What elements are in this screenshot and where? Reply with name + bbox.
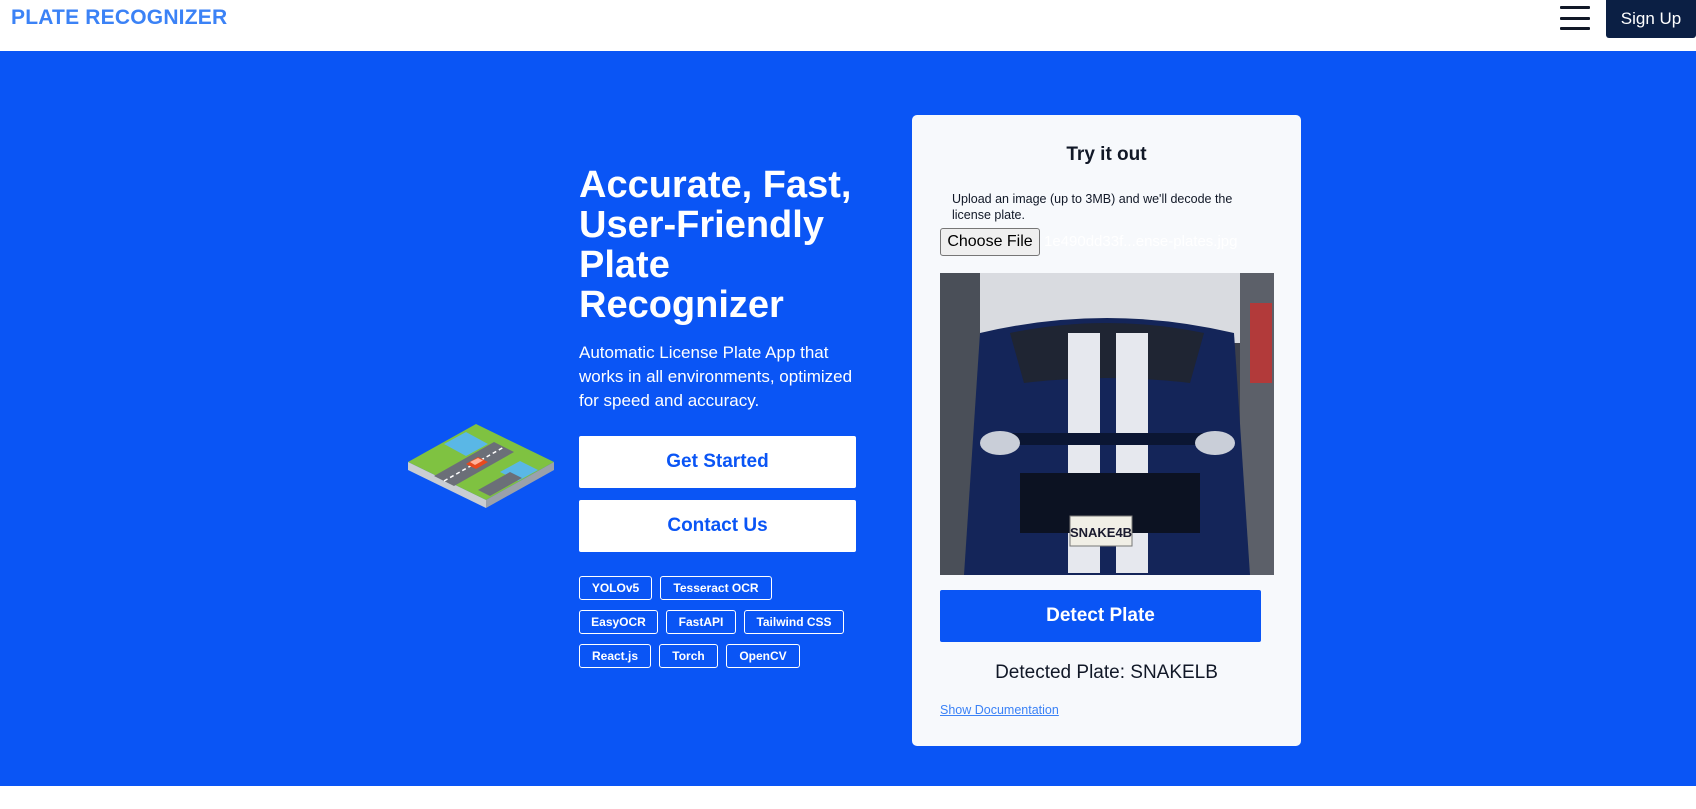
get-started-button[interactable]: Get Started: [579, 436, 856, 488]
choose-file-button[interactable]: Choose File: [940, 228, 1040, 256]
tag-tailwind-css: Tailwind CSS: [744, 610, 844, 634]
tag-yolov5: YOLOv5: [579, 576, 652, 600]
isometric-road-car-icon: [408, 424, 554, 508]
tag-reactjs: React.js: [579, 644, 651, 668]
selected-file-name: 1e490dd33f...ense-plates.jpg: [1044, 233, 1238, 250]
show-documentation-link[interactable]: Show Documentation: [940, 703, 1059, 717]
sign-up-button[interactable]: Sign Up: [1606, 0, 1696, 38]
license-plate-text: SNAKE4B: [1070, 525, 1132, 540]
menu-bar: [1560, 27, 1590, 30]
hero-subtitle: Automatic License Plate App that works i…: [579, 343, 853, 410]
tag-tesseract-ocr: Tesseract OCR: [660, 576, 772, 600]
tag-opencv: OpenCV: [726, 644, 800, 668]
top-navbar: PLATE RECOGNIZER Sign Up: [0, 0, 1696, 51]
tag-torch: Torch: [659, 644, 718, 668]
try-it-out-card: Try it out Upload an image (up to 3MB) a…: [912, 115, 1301, 746]
hamburger-menu-icon[interactable]: [1560, 6, 1590, 30]
menu-bar: [1560, 16, 1590, 20]
uploaded-car-image: SNAKE4B: [940, 273, 1274, 575]
logo[interactable]: PLATE RECOGNIZER: [11, 6, 227, 30]
card-title: Try it out: [1066, 144, 1147, 165]
contact-us-button[interactable]: Contact Us: [579, 500, 856, 552]
tag-easyocr: EasyOCR: [579, 610, 658, 634]
upload-description: Upload an image (up to 3MB) and we'll de…: [952, 192, 1233, 222]
detected-plate-result: Detected Plate: SNAKELB: [995, 662, 1218, 683]
file-input[interactable]: Choose File 1e490dd33f...ense-plates.jpg: [940, 228, 1280, 256]
menu-bar: [1560, 6, 1590, 9]
hero-section: Accurate, Fast, User-Friendly Plate Reco…: [0, 51, 1696, 786]
tag-fastapi: FastAPI: [666, 610, 736, 634]
detect-plate-button[interactable]: Detect Plate: [940, 590, 1261, 642]
hero-title: Accurate, Fast, User-Friendly Plate Reco…: [579, 164, 852, 326]
